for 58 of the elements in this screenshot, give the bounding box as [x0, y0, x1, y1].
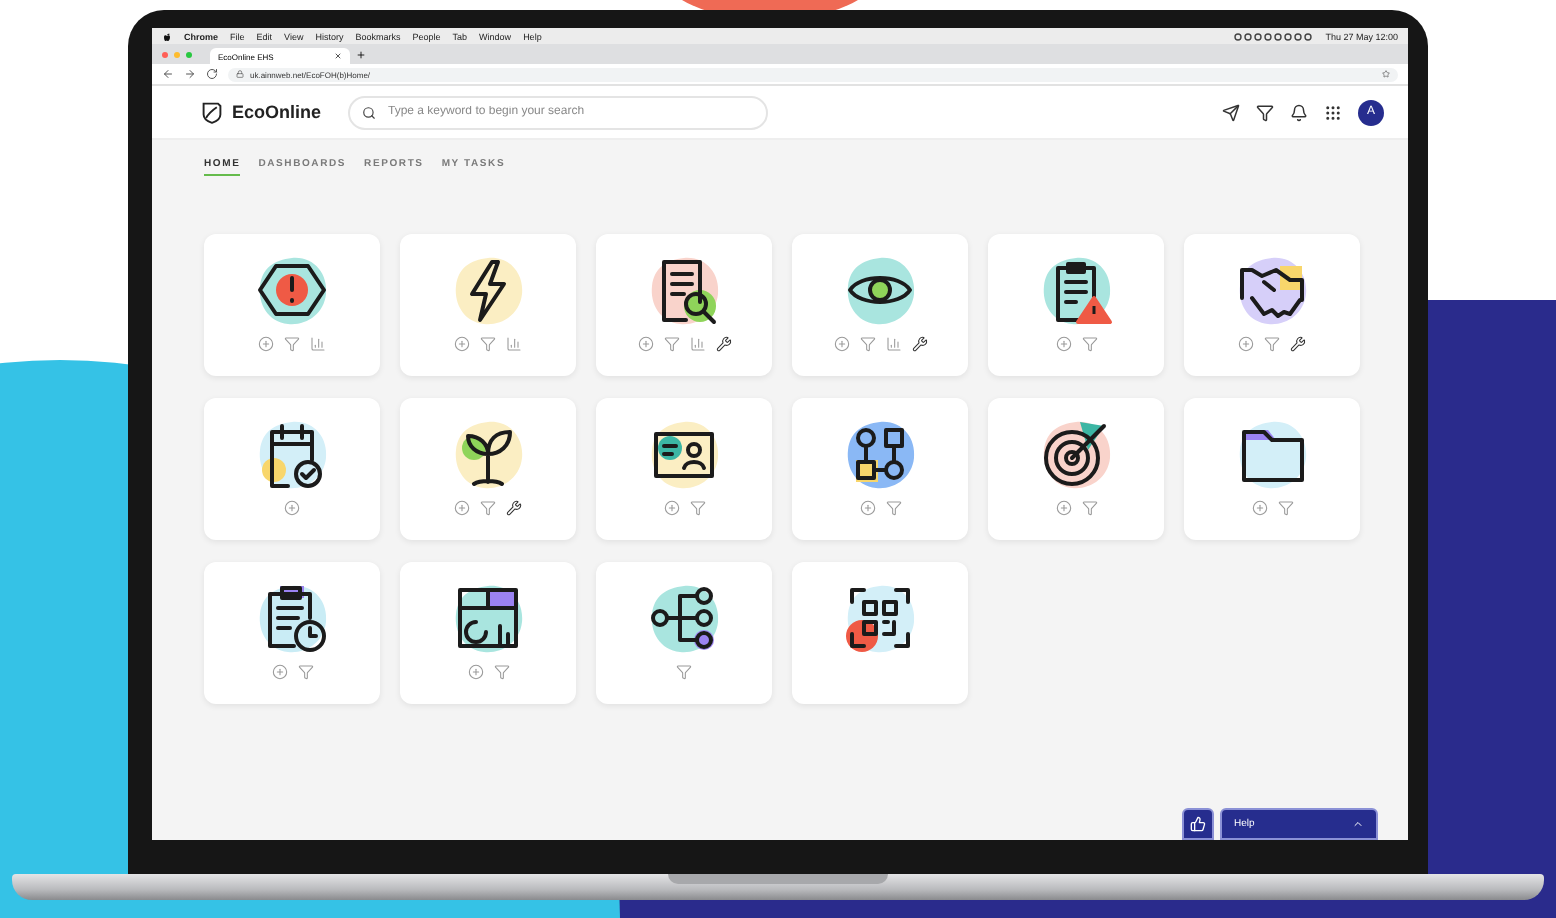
add-icon[interactable] — [663, 500, 679, 516]
module-card[interactable] — [792, 562, 968, 704]
module-card[interactable] — [988, 234, 1164, 376]
add-icon[interactable] — [271, 664, 287, 680]
add-icon[interactable] — [454, 500, 470, 516]
tools-icon[interactable] — [506, 500, 522, 516]
add-icon[interactable] — [1055, 500, 1071, 516]
add-icon[interactable] — [833, 336, 849, 352]
thumbs-up-icon — [1190, 816, 1206, 832]
chart-icon[interactable] — [885, 336, 901, 352]
chevron-up-icon — [1352, 818, 1364, 830]
reload-icon[interactable] — [206, 68, 218, 80]
add-icon[interactable] — [454, 336, 470, 352]
module-card[interactable] — [596, 398, 772, 540]
module-card[interactable] — [1184, 398, 1360, 540]
module-card[interactable] — [988, 398, 1164, 540]
tools-icon[interactable] — [911, 336, 927, 352]
paper-plane-icon[interactable] — [1222, 103, 1240, 121]
filter-icon[interactable] — [1256, 103, 1274, 121]
chart-icon[interactable] — [310, 336, 326, 352]
module-card[interactable] — [400, 562, 576, 704]
module-card[interactable] — [204, 562, 380, 704]
lock-icon — [236, 70, 244, 78]
status-icons — [1233, 31, 1314, 41]
add-icon[interactable] — [258, 336, 274, 352]
module-card[interactable] — [400, 398, 576, 540]
close-window-icon[interactable] — [162, 51, 168, 57]
leaf-shield-icon — [200, 100, 224, 124]
star-icon[interactable] — [1382, 70, 1390, 78]
maximize-window-icon[interactable] — [186, 51, 192, 57]
new-tab-icon[interactable] — [356, 49, 366, 59]
module-card[interactable] — [792, 234, 968, 376]
add-icon[interactable] — [467, 664, 483, 680]
logo-text: EcoOnline — [232, 102, 322, 122]
module-card[interactable] — [1184, 234, 1360, 376]
forward-icon[interactable] — [184, 68, 196, 80]
back-icon[interactable] — [162, 68, 174, 80]
add-icon[interactable] — [859, 500, 875, 516]
tools-icon[interactable] — [715, 336, 731, 352]
apps-grid-icon[interactable] — [1324, 103, 1342, 121]
module-card[interactable] — [596, 234, 772, 376]
search-icon — [362, 105, 376, 119]
tools-icon[interactable] — [1290, 336, 1306, 352]
add-icon[interactable] — [1251, 500, 1267, 516]
module-card[interactable] — [204, 234, 380, 376]
chart-icon[interactable] — [506, 336, 522, 352]
add-icon[interactable] — [284, 500, 300, 516]
add-icon[interactable] — [637, 336, 653, 352]
notifications-icon[interactable] — [1290, 103, 1308, 121]
module-card[interactable] — [596, 562, 772, 704]
module-card[interactable] — [792, 398, 968, 540]
module-card[interactable] — [204, 398, 380, 540]
feedback-button[interactable] — [1182, 808, 1214, 840]
apple-icon — [162, 31, 172, 41]
add-icon[interactable] — [1238, 336, 1254, 352]
module-card[interactable] — [400, 234, 576, 376]
add-icon[interactable] — [1055, 336, 1071, 352]
chart-icon[interactable] — [689, 336, 705, 352]
